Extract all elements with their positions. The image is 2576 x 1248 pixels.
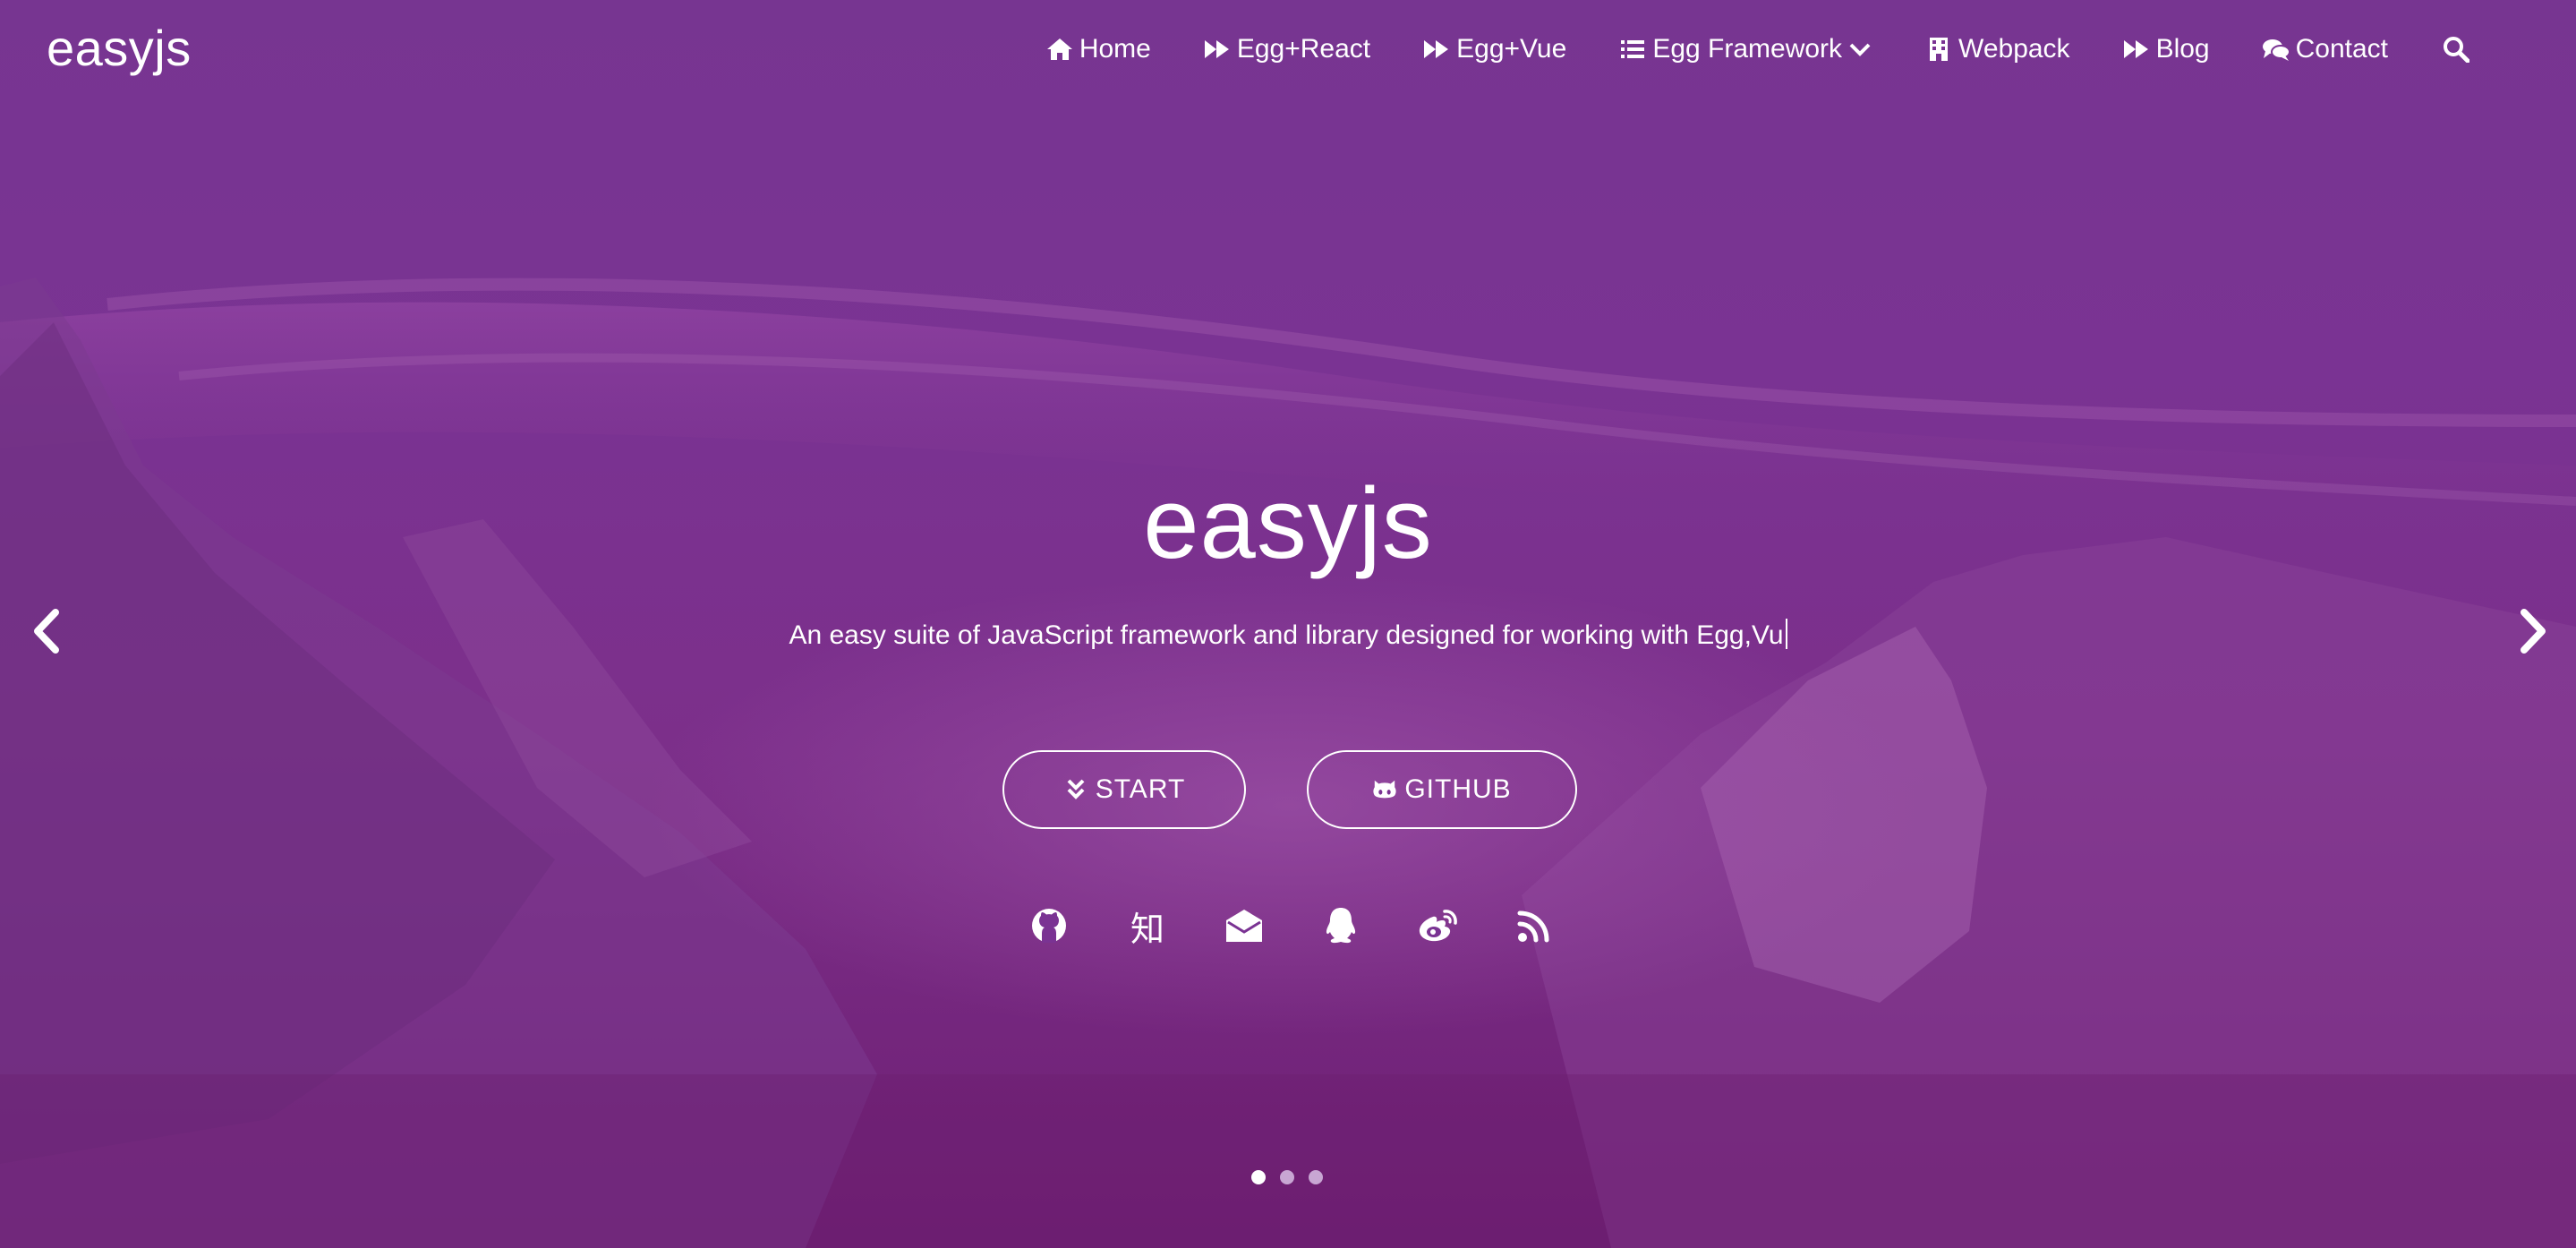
nav-item-egg-vue[interactable]: Egg+Vue bbox=[1422, 27, 1566, 72]
nav-item-label: Blog bbox=[2155, 34, 2210, 64]
nav-item-contact[interactable]: Contact bbox=[2262, 27, 2388, 72]
github-button-label: GITHUB bbox=[1404, 774, 1512, 804]
nav-item-label: Webpack bbox=[1958, 34, 2070, 64]
social-links: 知 bbox=[0, 904, 2576, 949]
nav-item-label: Egg Framework bbox=[1652, 34, 1843, 64]
nav-menu: Home Egg+React Egg+Vue Egg Framework Web… bbox=[1045, 27, 2576, 72]
nav-item-label: Home bbox=[1079, 34, 1151, 64]
nav-item-home[interactable]: Home bbox=[1045, 27, 1151, 72]
nav-item-label: Egg+Vue bbox=[1456, 34, 1567, 64]
navbar: easyjs Home Egg+React Egg+Vue Egg Framew… bbox=[0, 0, 2576, 98]
hero-title: easyjs bbox=[1143, 467, 1433, 579]
carousel-indicators bbox=[1251, 1170, 1332, 1188]
carousel-indicator-1[interactable] bbox=[1251, 1170, 1266, 1184]
home-icon bbox=[1045, 35, 1074, 64]
email-icon[interactable] bbox=[1223, 904, 1266, 947]
typing-cursor bbox=[1785, 619, 1787, 649]
nav-item-label: Contact bbox=[2295, 34, 2388, 64]
zhihu-icon-glyph: 知 bbox=[1130, 909, 1164, 949]
qq-icon[interactable] bbox=[1319, 904, 1362, 947]
carousel-indicator-3[interactable] bbox=[1309, 1170, 1323, 1184]
search-button[interactable] bbox=[2440, 33, 2472, 65]
nav-item-label: Egg+React bbox=[1236, 34, 1371, 64]
chevron-down-icon bbox=[1847, 37, 1872, 62]
github-button[interactable]: GITHUB bbox=[1307, 750, 1577, 829]
fast-forward-icon bbox=[1422, 35, 1451, 64]
hero-subtitle-text: An easy suite of JavaScript framework an… bbox=[789, 620, 1784, 650]
hero-subtitle: An easy suite of JavaScript framework an… bbox=[0, 618, 2576, 654]
nav-item-egg-react[interactable]: Egg+React bbox=[1203, 27, 1370, 72]
double-chevron-down-icon bbox=[1063, 777, 1088, 802]
github-alt-icon bbox=[1372, 777, 1397, 802]
brand-logo[interactable]: easyjs bbox=[47, 20, 192, 77]
fast-forward-icon bbox=[1203, 35, 1232, 64]
hero-section: easyjs Home Egg+React Egg+Vue Egg Framew… bbox=[0, 0, 2576, 1248]
nav-item-egg-framework[interactable]: Egg Framework bbox=[1618, 27, 1872, 72]
start-button-label: START bbox=[1095, 774, 1186, 804]
start-button[interactable]: START bbox=[1002, 750, 1246, 829]
nav-item-blog[interactable]: Blog bbox=[2122, 27, 2210, 72]
search-icon bbox=[2443, 36, 2469, 63]
zhihu-icon[interactable]: 知 bbox=[1126, 904, 1169, 949]
carousel-indicator-2[interactable] bbox=[1280, 1170, 1294, 1184]
list-icon bbox=[1618, 35, 1647, 64]
comments-icon bbox=[2262, 35, 2290, 64]
building-icon bbox=[1924, 35, 1953, 64]
weibo-icon[interactable] bbox=[1416, 904, 1459, 947]
nav-item-webpack[interactable]: Webpack bbox=[1924, 27, 2070, 72]
github-icon[interactable] bbox=[1028, 904, 1070, 947]
rss-icon[interactable] bbox=[1513, 904, 1556, 947]
fast-forward-icon bbox=[2122, 35, 2151, 64]
